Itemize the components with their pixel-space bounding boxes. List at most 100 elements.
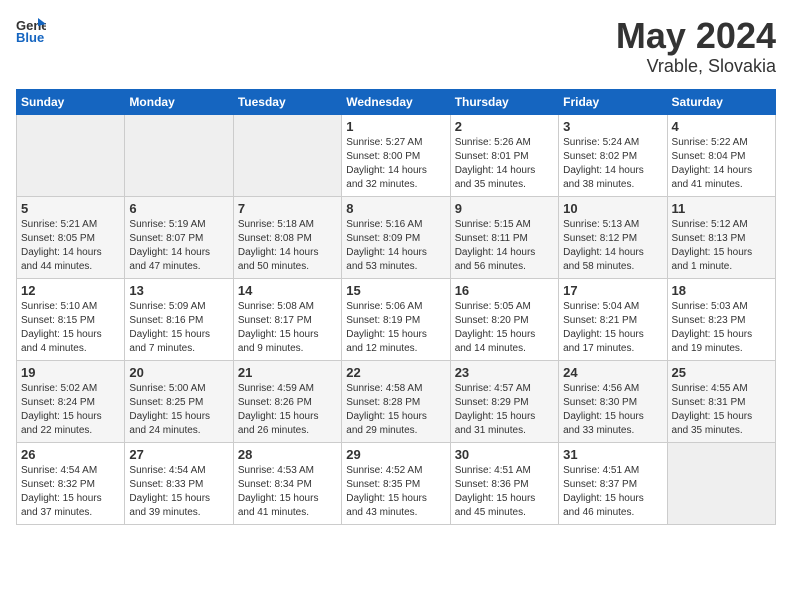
col-thursday: Thursday (450, 89, 558, 114)
table-row: 10Sunrise: 5:13 AM Sunset: 8:12 PM Dayli… (559, 196, 667, 278)
day-info: Sunrise: 5:21 AM Sunset: 8:05 PM Dayligh… (21, 218, 120, 274)
day-info: Sunrise: 4:52 AM Sunset: 8:35 PM Dayligh… (346, 464, 445, 520)
day-number: 30 (455, 447, 554, 462)
day-number: 9 (455, 201, 554, 216)
calendar-week-row: 19 Sunrise: 5:02 AM Sunset: 8:24 PM Dayli… (17, 360, 776, 442)
calendar-table: Sunday Monday Tuesday Wednesday Thursday… (16, 89, 776, 525)
day-number: 3 (563, 119, 662, 134)
table-row: 28Sunrise: 4:53 AM Sunset: 8:34 PM Dayli… (233, 442, 341, 524)
day-info: Sunrise: 5:08 AM Sunset: 8:17 PM Dayligh… (238, 300, 337, 356)
day-info: Sunrise: 5:06 AM Sunset: 8:19 PM Dayligh… (346, 300, 445, 356)
table-row: 16 Sunrise: 5:05 AM Sunset: 8:20 PM Dayli… (450, 278, 558, 360)
table-row: 9 Sunrise: 5:15 AM Sunset: 8:11 PM Daylig… (450, 196, 558, 278)
table-row: 13Sunrise: 5:09 AM Sunset: 8:16 PM Dayli… (125, 278, 233, 360)
day-info: Sunrise: 5:19 AM Sunset: 8:07 PM Dayligh… (129, 218, 228, 274)
day-number: 18 (672, 283, 771, 298)
table-row: 20 Sunrise: 5:00 AM Sunset: 8:25 PM Dayli… (125, 360, 233, 442)
day-info: Sunrise: 5:00 AM Sunset: 8:25 PM Dayligh… (129, 382, 228, 438)
day-number: 27 (129, 447, 228, 462)
day-number: 15 (346, 283, 445, 298)
day-info: Sunrise: 5:05 AM Sunset: 8:20 PM Dayligh… (455, 300, 554, 356)
calendar-week-row: 26Sunrise: 4:54 AM Sunset: 8:32 PM Dayli… (17, 442, 776, 524)
day-number: 12 (21, 283, 120, 298)
day-info: Sunrise: 5:04 AM Sunset: 8:21 PM Dayligh… (563, 300, 662, 356)
col-wednesday: Wednesday (342, 89, 450, 114)
table-row: 5 Sunrise: 5:21 AM Sunset: 8:05 PM Daylig… (17, 196, 125, 278)
day-number: 17 (563, 283, 662, 298)
col-monday: Monday (125, 89, 233, 114)
day-number: 22 (346, 365, 445, 380)
table-row: 3 Sunrise: 5:24 AM Sunset: 8:02 PM Daylig… (559, 114, 667, 196)
col-saturday: Saturday (667, 89, 775, 114)
table-row: 7 Sunrise: 5:18 AM Sunset: 8:08 PM Daylig… (233, 196, 341, 278)
logo: General Blue (16, 16, 46, 46)
calendar-title: May 2024 (616, 16, 776, 56)
day-number: 8 (346, 201, 445, 216)
day-number: 13 (129, 283, 228, 298)
day-info: Sunrise: 5:24 AM Sunset: 8:02 PM Dayligh… (563, 136, 662, 192)
calendar-location: Vrable, Slovakia (616, 56, 776, 77)
table-row: 8 Sunrise: 5:16 AM Sunset: 8:09 PM Daylig… (342, 196, 450, 278)
table-row: 25Sunrise: 4:55 AM Sunset: 8:31 PM Dayli… (667, 360, 775, 442)
day-number: 16 (455, 283, 554, 298)
day-number: 7 (238, 201, 337, 216)
day-number: 2 (455, 119, 554, 134)
table-row: 24 Sunrise: 4:56 AM Sunset: 8:30 PM Dayli… (559, 360, 667, 442)
day-number: 29 (346, 447, 445, 462)
table-row: 4Sunrise: 5:22 AM Sunset: 8:04 PM Daylig… (667, 114, 775, 196)
table-row: 14Sunrise: 5:08 AM Sunset: 8:17 PM Dayli… (233, 278, 341, 360)
day-number: 19 (21, 365, 120, 380)
day-number: 5 (21, 201, 120, 216)
day-info: Sunrise: 4:57 AM Sunset: 8:29 PM Dayligh… (455, 382, 554, 438)
table-row: 19 Sunrise: 5:02 AM Sunset: 8:24 PM Dayli… (17, 360, 125, 442)
day-info: Sunrise: 4:58 AM Sunset: 8:28 PM Dayligh… (346, 382, 445, 438)
table-row: 11 Sunrise: 5:12 AM Sunset: 8:13 PM Dayli… (667, 196, 775, 278)
day-info: Sunrise: 4:55 AM Sunset: 8:31 PM Dayligh… (672, 382, 771, 438)
day-info: Sunrise: 4:51 AM Sunset: 8:37 PM Dayligh… (563, 464, 662, 520)
day-info: Sunrise: 5:12 AM Sunset: 8:13 PM Dayligh… (672, 218, 771, 274)
svg-text:Blue: Blue (16, 30, 44, 45)
table-row: 12Sunrise: 5:10 AM Sunset: 8:15 PM Dayli… (17, 278, 125, 360)
table-row: 26Sunrise: 4:54 AM Sunset: 8:32 PM Dayli… (17, 442, 125, 524)
day-number: 4 (672, 119, 771, 134)
table-row (17, 114, 125, 196)
col-friday: Friday (559, 89, 667, 114)
table-row (233, 114, 341, 196)
day-number: 1 (346, 119, 445, 134)
day-info: Sunrise: 4:53 AM Sunset: 8:34 PM Dayligh… (238, 464, 337, 520)
table-row: 6 Sunrise: 5:19 AM Sunset: 8:07 PM Daylig… (125, 196, 233, 278)
day-info: Sunrise: 4:59 AM Sunset: 8:26 PM Dayligh… (238, 382, 337, 438)
title-block: May 2024 Vrable, Slovakia (616, 16, 776, 77)
col-sunday: Sunday (17, 89, 125, 114)
day-number: 21 (238, 365, 337, 380)
col-tuesday: Tuesday (233, 89, 341, 114)
day-info: Sunrise: 4:54 AM Sunset: 8:32 PM Dayligh… (21, 464, 120, 520)
day-number: 24 (563, 365, 662, 380)
day-info: Sunrise: 5:18 AM Sunset: 8:08 PM Dayligh… (238, 218, 337, 274)
day-number: 31 (563, 447, 662, 462)
table-row (125, 114, 233, 196)
table-row: 18Sunrise: 5:03 AM Sunset: 8:23 PM Dayli… (667, 278, 775, 360)
table-row: 15 Sunrise: 5:06 AM Sunset: 8:19 PM Dayli… (342, 278, 450, 360)
day-info: Sunrise: 5:02 AM Sunset: 8:24 PM Dayligh… (21, 382, 120, 438)
table-row: 2 Sunrise: 5:26 AM Sunset: 8:01 PM Daylig… (450, 114, 558, 196)
day-number: 20 (129, 365, 228, 380)
calendar-week-row: 5 Sunrise: 5:21 AM Sunset: 8:05 PM Daylig… (17, 196, 776, 278)
day-number: 23 (455, 365, 554, 380)
day-info: Sunrise: 5:15 AM Sunset: 8:11 PM Dayligh… (455, 218, 554, 274)
calendar-week-row: 12Sunrise: 5:10 AM Sunset: 8:15 PM Dayli… (17, 278, 776, 360)
day-number: 11 (672, 201, 771, 216)
table-row (667, 442, 775, 524)
day-info: Sunrise: 4:56 AM Sunset: 8:30 PM Dayligh… (563, 382, 662, 438)
day-number: 6 (129, 201, 228, 216)
day-info: Sunrise: 4:54 AM Sunset: 8:33 PM Dayligh… (129, 464, 228, 520)
calendar-week-row: 1Sunrise: 5:27 AM Sunset: 8:00 PM Daylig… (17, 114, 776, 196)
day-info: Sunrise: 5:13 AM Sunset: 8:12 PM Dayligh… (563, 218, 662, 274)
table-row: 27 Sunrise: 4:54 AM Sunset: 8:33 PM Dayli… (125, 442, 233, 524)
table-row: 29 Sunrise: 4:52 AM Sunset: 8:35 PM Dayli… (342, 442, 450, 524)
table-row: 22 Sunrise: 4:58 AM Sunset: 8:28 PM Dayli… (342, 360, 450, 442)
table-row: 23 Sunrise: 4:57 AM Sunset: 8:29 PM Dayli… (450, 360, 558, 442)
day-info: Sunrise: 5:16 AM Sunset: 8:09 PM Dayligh… (346, 218, 445, 274)
day-info: Sunrise: 5:26 AM Sunset: 8:01 PM Dayligh… (455, 136, 554, 192)
calendar-header-row: Sunday Monday Tuesday Wednesday Thursday… (17, 89, 776, 114)
